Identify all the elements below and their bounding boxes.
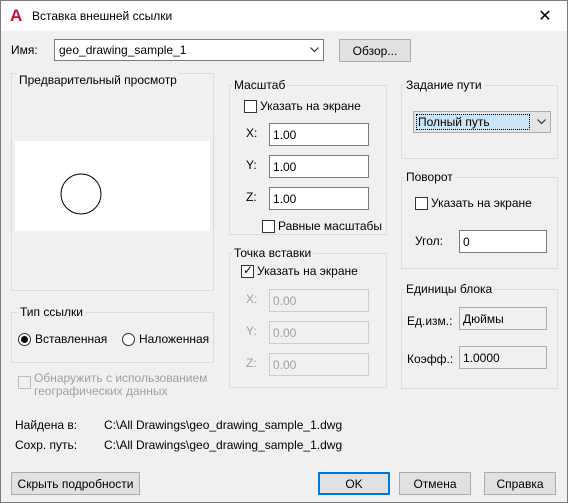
window-title: Вставка внешней ссылки — [32, 9, 173, 23]
insert-xref-dialog: A Вставка внешней ссылки ✕ Имя: geo_draw… — [0, 0, 568, 503]
scale-y-label: Y: — [246, 158, 257, 172]
insertion-point-title: Точка вставки — [232, 246, 314, 260]
close-button[interactable]: ✕ — [523, 1, 567, 31]
autocad-app-icon: A — [10, 6, 23, 25]
found-in-label: Найдена в: — [15, 418, 78, 432]
chevron-down-icon — [305, 40, 323, 60]
circle-preview-icon — [60, 173, 102, 215]
insertion-y-input[interactable]: 0.00 — [269, 321, 369, 344]
unit-label: Ед.изм.: — [407, 314, 453, 328]
block-units-title: Единицы блока — [404, 282, 495, 296]
name-combobox[interactable]: geo_drawing_sample_1 — [54, 39, 324, 61]
scale-y-input[interactable]: 1.00 — [269, 155, 369, 178]
geo-data-label-line1: Обнаружить с использованием — [34, 371, 208, 385]
chevron-down-icon — [532, 112, 550, 132]
rotation-group: Поворот — [401, 170, 558, 269]
insertion-z-input[interactable]: 0.00 — [269, 353, 369, 376]
geo-data-checkbox[interactable] — [18, 376, 31, 389]
unit-value: Дюймы — [459, 307, 547, 330]
uniform-scale-label: Равные масштабы — [278, 219, 382, 233]
geo-data-label-line2: географических данных — [34, 384, 168, 398]
uniform-scale-checkbox[interactable] — [262, 220, 275, 233]
rotation-specify-label: Указать на экране — [431, 196, 532, 210]
insertion-specify-checkbox[interactable]: ✓ — [241, 263, 254, 278]
scale-x-label: X: — [246, 126, 258, 140]
rotation-specify-checkbox[interactable] — [415, 197, 428, 210]
overlay-label: Наложенная — [139, 332, 210, 346]
scale-x-input[interactable]: 1.00 — [269, 123, 369, 146]
name-label: Имя: — [11, 43, 38, 57]
preview-title: Предварительный просмотр — [17, 73, 179, 87]
factor-value: 1.0000 — [459, 346, 547, 369]
insertion-z-label: Z: — [246, 356, 257, 370]
close-icon: ✕ — [538, 8, 552, 25]
overlay-radio[interactable] — [122, 333, 135, 346]
preview-canvas — [15, 141, 210, 231]
angle-input[interactable]: 0 — [459, 230, 547, 253]
cancel-button[interactable]: Отмена — [399, 472, 471, 495]
path-type-dropdown[interactable]: Полный путь — [413, 111, 551, 133]
insertion-y-label: Y: — [246, 324, 257, 338]
rotation-title: Поворот — [404, 170, 455, 184]
hide-details-button[interactable]: Скрыть подробности — [11, 472, 140, 495]
help-button[interactable]: Справка — [484, 472, 556, 495]
browse-button[interactable]: Обзор... — [339, 39, 411, 62]
insertion-x-input[interactable]: 0.00 — [269, 289, 369, 312]
scale-z-label: Z: — [246, 190, 257, 204]
path-type-value: Полный путь — [418, 115, 490, 129]
name-value: geo_drawing_sample_1 — [59, 43, 187, 57]
block-units-group: Единицы блока — [401, 282, 558, 389]
insertion-x-label: X: — [246, 292, 258, 306]
attachment-radio[interactable] — [18, 333, 31, 346]
title-bar: A Вставка внешней ссылки ✕ — [1, 1, 567, 31]
attachment-label: Вставленная — [35, 332, 108, 346]
factor-label: Коэфф.: — [407, 352, 454, 366]
scale-specify-label: Указать на экране — [260, 99, 361, 113]
ok-button[interactable]: OK — [318, 472, 390, 495]
found-in-value: C:\All Drawings\geo_drawing_sample_1.dwg — [104, 418, 343, 432]
insertion-specify-label: Указать на экране — [257, 264, 358, 278]
scale-specify-checkbox[interactable] — [244, 100, 257, 113]
scale-z-input[interactable]: 1.00 — [269, 187, 369, 210]
path-type-title: Задание пути — [404, 78, 484, 92]
saved-path-value: C:\All Drawings\geo_drawing_sample_1.dwg — [104, 438, 343, 452]
reference-type-title: Тип ссылки — [18, 305, 85, 319]
scale-title: Масштаб — [232, 78, 288, 92]
angle-label: Угол: — [415, 234, 443, 248]
saved-path-label: Сохр. путь: — [15, 438, 78, 452]
checkmark-icon: ✓ — [243, 263, 254, 277]
